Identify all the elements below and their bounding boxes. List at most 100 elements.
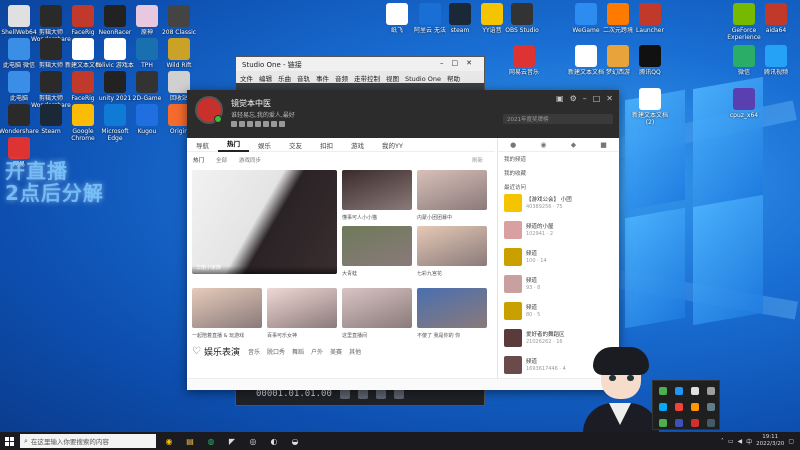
- live-card[interactable]: 这里直播间: [342, 288, 412, 339]
- yy-window[interactable]: 镜觉本中医 谁轻易忘,我的爱人,最好 ▣ ⚙ – □ ✕ 2021年度奖牌榜 导…: [187, 90, 619, 390]
- ime-icon[interactable]: 中: [746, 437, 752, 446]
- section-tag[interactable]: 美赛: [330, 349, 342, 356]
- section-tag[interactable]: 音乐: [248, 349, 260, 356]
- sidebar-row[interactable]: 最近访问: [498, 180, 619, 194]
- live-card[interactable]: 大青蛙: [342, 226, 412, 277]
- live-card[interactable]: 百事可乐女神: [267, 288, 337, 339]
- rewind-button[interactable]: [339, 389, 350, 399]
- tray-app-icon[interactable]: [675, 419, 683, 427]
- close-icon[interactable]: ✕: [606, 94, 613, 103]
- chevron-up-icon[interactable]: ˄: [721, 438, 724, 445]
- refresh-button[interactable]: 刷新: [466, 156, 489, 164]
- file-explorer-icon[interactable]: ▤: [182, 434, 198, 448]
- studio-menu-item[interactable]: 事件: [316, 75, 329, 83]
- desktop-icon[interactable]: cpuz_x64: [722, 88, 766, 126]
- tray-app-icon[interactable]: [675, 387, 683, 395]
- tray-app-icon[interactable]: [659, 387, 667, 395]
- channel-item[interactable]: 频道 100 · 14: [504, 248, 616, 270]
- section-tag[interactable]: 舞蹈: [292, 349, 304, 356]
- maximize-icon[interactable]: □: [593, 94, 601, 103]
- minimize-icon[interactable]: –: [583, 94, 587, 103]
- studio-menu-bar[interactable]: 文件 编辑 乐曲 音轨 事件 音频 走带控制 视图 Studio One 帮助: [236, 71, 484, 83]
- channel-item[interactable]: 频道 93 · 8: [504, 275, 616, 297]
- studio-one-icon[interactable]: ◤: [224, 434, 240, 448]
- search-input[interactable]: 2021年度奖牌榜: [503, 114, 613, 124]
- featured-live-card[interactable]: 华丽小家族: [192, 170, 337, 274]
- desktop-icon[interactable]: 腾讯QQ: [628, 45, 672, 83]
- section-tag[interactable]: 户外: [311, 349, 323, 356]
- wechat-icon[interactable]: ◍: [203, 434, 219, 448]
- stop-button[interactable]: [357, 389, 368, 399]
- user-icon[interactable]: ●: [510, 141, 516, 149]
- studio-menu-item[interactable]: 帮助: [447, 75, 460, 83]
- live-card[interactable]: 一起陪着直播 & 玩游戏: [192, 288, 262, 339]
- tray-app-icon[interactable]: [691, 403, 699, 411]
- nav-tab[interactable]: 我的YY: [373, 140, 412, 150]
- tray-app-icon[interactable]: [691, 419, 699, 427]
- avatar[interactable]: [195, 96, 223, 124]
- desktop-icon[interactable]: aida64: [754, 3, 798, 41]
- studio-menu-item[interactable]: 视图: [386, 75, 399, 83]
- studio-title-bar[interactable]: Studio One - 链接 –□✕: [236, 57, 484, 71]
- sidebar-row[interactable]: 我的频道: [498, 152, 619, 166]
- sidebar-row[interactable]: 我的收藏: [498, 166, 619, 180]
- subnav-tab[interactable]: 热门: [187, 156, 210, 164]
- record-button[interactable]: [393, 389, 404, 399]
- play-button[interactable]: [375, 389, 386, 399]
- desktop-icon[interactable]: 腾讯视频: [754, 45, 798, 83]
- studio-menu-item[interactable]: 乐曲: [278, 75, 291, 83]
- live-card[interactable]: 懂事可人小小猫: [342, 170, 412, 221]
- live-card[interactable]: 七彩九宫花: [417, 226, 487, 277]
- facerig-icon[interactable]: ◐: [266, 434, 282, 448]
- desktop-icon[interactable]: 新建文本文档(2): [628, 88, 672, 126]
- studio-menu-item[interactable]: 音频: [335, 75, 348, 83]
- yy-window-controls[interactable]: ▣ ⚙ – □ ✕: [556, 94, 613, 103]
- nav-tab[interactable]: 游戏: [342, 140, 373, 150]
- desktop-icon[interactable]: Launcher: [628, 3, 672, 41]
- tray-app-icon[interactable]: [659, 403, 667, 411]
- user-name[interactable]: 镜觉本中医: [231, 98, 271, 109]
- studio-menu-item[interactable]: 文件: [240, 75, 253, 83]
- window-controls[interactable]: –□✕: [440, 59, 480, 67]
- live-card[interactable]: 内蒙小团团暴中: [417, 170, 487, 221]
- start-button[interactable]: [2, 432, 16, 450]
- chrome-icon[interactable]: ◉: [161, 434, 177, 448]
- tray-app-icon[interactable]: [707, 419, 715, 427]
- studio-menu-item[interactable]: 走带控制: [354, 75, 380, 83]
- skin-icon[interactable]: ▣: [556, 94, 564, 103]
- network-icon[interactable]: ▭: [728, 438, 734, 445]
- desktop-icon[interactable]: 网易云音乐: [502, 45, 546, 83]
- user-signature[interactable]: 谁轻易忘,我的爱人,最好: [231, 110, 295, 119]
- channel-item[interactable]: 频道 80 · 5: [504, 302, 616, 324]
- subnav-tab[interactable]: 全部: [210, 156, 233, 164]
- clock[interactable]: 19:11 2022/3/20: [756, 434, 784, 448]
- nav-tab[interactable]: 导航: [187, 140, 218, 150]
- live-card[interactable]: 不傻了 我是你的 你: [417, 288, 487, 339]
- channel-item[interactable]: 【游戏公会】 小团 40389256 · 75: [504, 194, 616, 216]
- settings-icon[interactable]: ⚙: [570, 94, 577, 103]
- steam-icon[interactable]: ◒: [287, 434, 303, 448]
- tray-app-icon[interactable]: [659, 419, 667, 427]
- tray-app-icon[interactable]: [707, 403, 715, 411]
- taskbar-search[interactable]: ⌕ 在这里输入你要搜索的内容: [20, 434, 156, 448]
- tray-app-icon[interactable]: [691, 387, 699, 395]
- nav-tab[interactable]: 娱乐: [249, 140, 280, 150]
- nav-tab[interactable]: 扣扣: [311, 140, 342, 150]
- volume-icon[interactable]: ◀: [737, 438, 742, 445]
- group-icon[interactable]: ◆: [571, 141, 576, 149]
- studio-menu-item[interactable]: 音轨: [297, 75, 310, 83]
- obs-icon[interactable]: ◎: [245, 434, 261, 448]
- message-icon[interactable]: ■: [600, 141, 607, 149]
- tray-app-icon[interactable]: [675, 403, 683, 411]
- friends-icon[interactable]: ◉: [540, 141, 546, 149]
- nav-tab[interactable]: 交友: [280, 140, 311, 150]
- studio-menu-item[interactable]: Studio One: [405, 75, 441, 83]
- nav-tab[interactable]: 热门: [218, 138, 249, 152]
- section-tag[interactable]: 脱口秀: [267, 349, 285, 356]
- studio-menu-item[interactable]: 编辑: [259, 75, 272, 83]
- sidebar-icons[interactable]: ● ◉ ◆ ■: [498, 138, 619, 152]
- subnav-tab[interactable]: 游戏同步: [233, 156, 267, 164]
- channel-item[interactable]: 频道的小屋 102941 · 2: [504, 221, 616, 243]
- notification-icon[interactable]: ▢: [788, 438, 794, 445]
- section-tag[interactable]: 其他: [349, 349, 361, 356]
